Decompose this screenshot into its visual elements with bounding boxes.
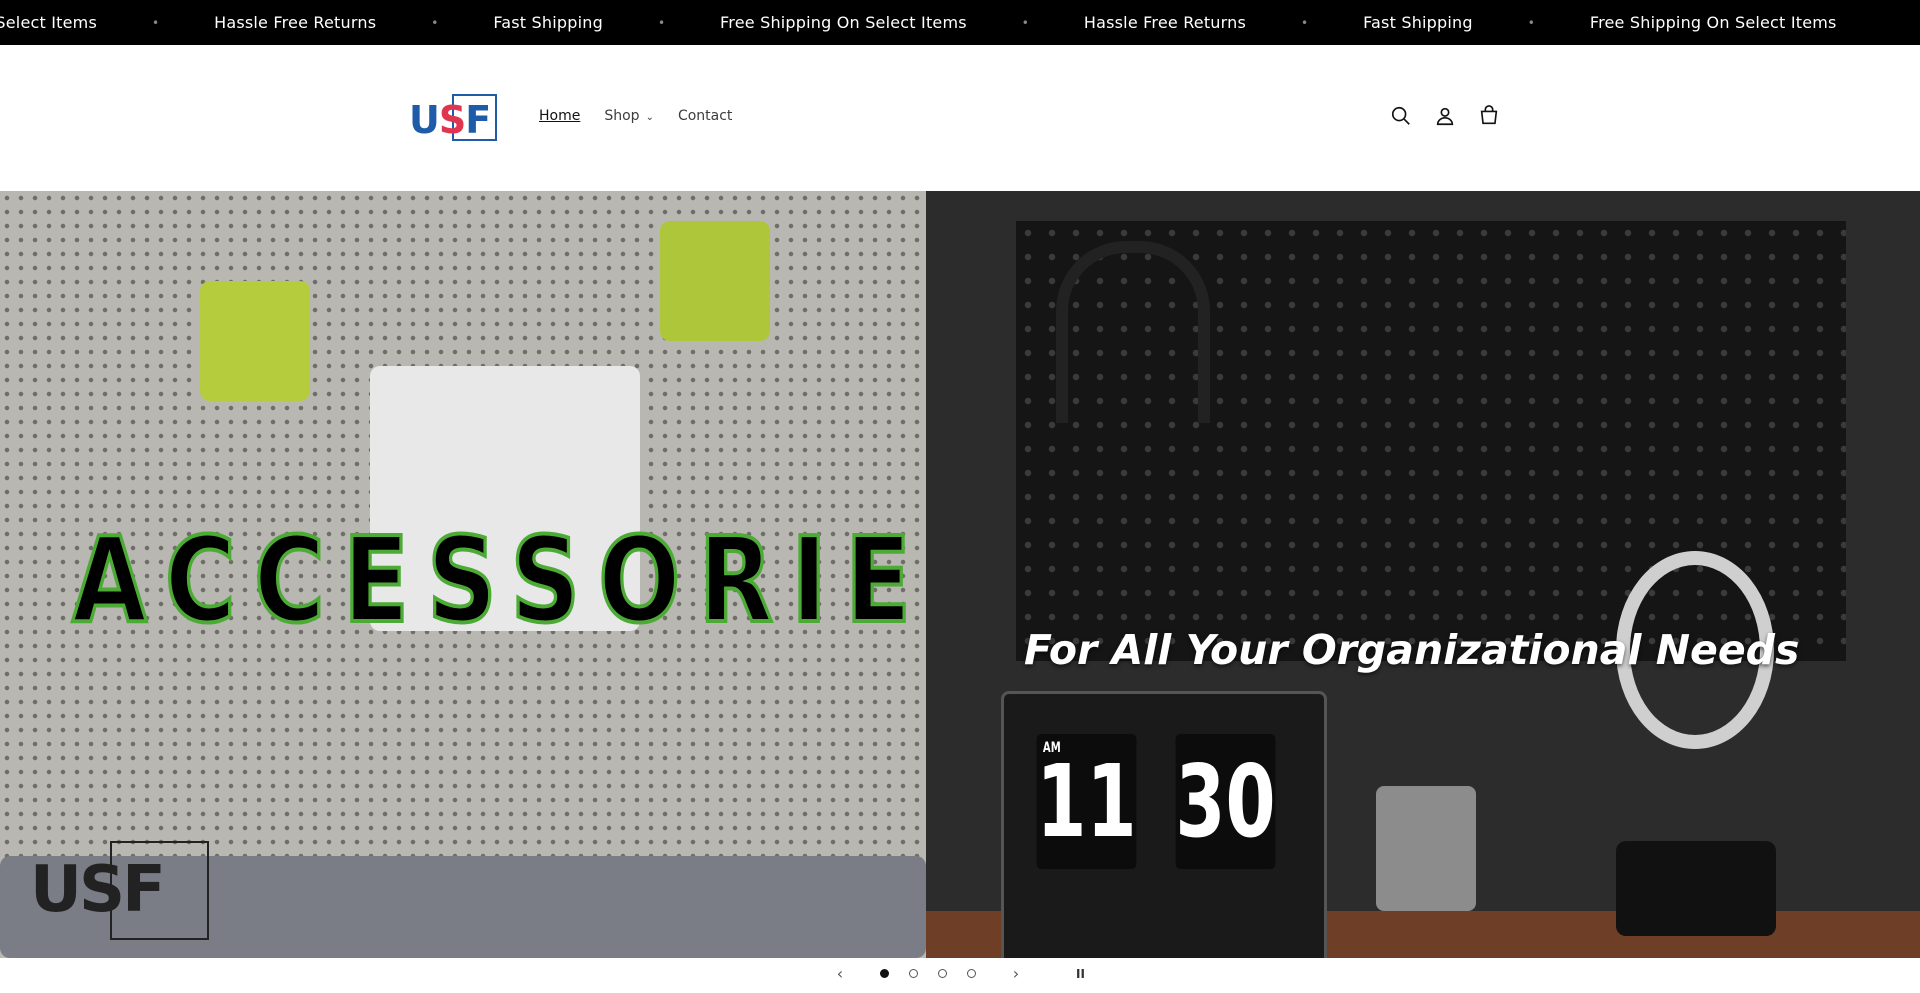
separator-dot-icon: • (1527, 15, 1535, 30)
header-icons (1390, 105, 1500, 127)
main-nav: Home Shop ⌄ Contact (539, 108, 732, 124)
pause-icon[interactable]: II (1076, 967, 1085, 981)
slideshow-controls: ‹ › II (0, 958, 1920, 993)
separator-dot-icon: • (152, 15, 160, 30)
plant-decoration (1376, 786, 1476, 911)
slide-heading-accessories: ACCESSORIES (70, 509, 926, 651)
slide-organization-image[interactable]: For All Your Organizational Needs AM 11 … (926, 191, 1920, 958)
site-logo[interactable]: USF (409, 94, 500, 143)
slide-dot-3[interactable] (938, 969, 947, 978)
announcement-item: Hassle Free Returns (214, 13, 377, 32)
site-header: USF Home Shop ⌄ Contact (0, 45, 1920, 191)
slide-dots (880, 969, 976, 978)
slide-dot-4[interactable] (967, 969, 976, 978)
nav-contact[interactable]: Contact (678, 108, 732, 124)
logo-text: USF (409, 98, 491, 142)
clock-minute: 30 (1175, 734, 1276, 869)
flip-clock: AM 11 30 (1024, 734, 1288, 869)
announcement-bar: ng On Select Items • Hassle Free Returns… (0, 0, 1920, 45)
slide-dot-1[interactable] (880, 969, 889, 978)
slide-accessories-image[interactable]: ACCESSORIES USF (0, 191, 926, 958)
announcement-item: Fast Shipping (1363, 13, 1473, 32)
nav-home[interactable]: Home (539, 108, 580, 124)
headphones-decoration (1056, 241, 1210, 423)
hero-slideshow: ACCESSORIES USF For All Your Organizatio… (0, 191, 1920, 958)
camera-decoration (1616, 841, 1776, 936)
announcement-item: Fast Shipping (493, 13, 603, 32)
watermark-text: USF (30, 853, 166, 927)
search-icon[interactable] (1390, 105, 1412, 127)
slide-dot-2[interactable] (909, 969, 918, 978)
separator-dot-icon: • (1021, 15, 1029, 30)
nav-shop-label: Shop (604, 108, 640, 124)
announcement-item: Free Shipping On Select Items (1589, 13, 1837, 32)
clock-hour: AM 11 (1036, 734, 1137, 869)
tool-decoration (200, 281, 310, 401)
next-slide-button[interactable]: › (1006, 964, 1026, 983)
previous-slide-button[interactable]: ‹ (830, 964, 850, 983)
tool-decoration (660, 221, 770, 341)
account-icon[interactable] (1434, 105, 1456, 127)
separator-dot-icon: • (431, 15, 439, 30)
nav-shop[interactable]: Shop ⌄ (604, 108, 654, 124)
cart-icon[interactable] (1478, 105, 1500, 127)
separator-dot-icon: • (1301, 15, 1309, 30)
laptop-clock: AM 11 30 (1001, 691, 1327, 958)
announcement-item: Free Shipping On Select Items (720, 13, 967, 32)
clock-ampm: AM (1042, 740, 1061, 756)
chevron-down-icon: ⌄ (645, 112, 654, 123)
clock-hour-value: 11 (1036, 743, 1137, 860)
slide-heading-organization: For All Your Organizational Needs (1024, 626, 1800, 674)
announcement-item: ng On Select Items (0, 13, 98, 32)
separator-dot-icon: • (657, 15, 666, 30)
announcement-item: Hassle Free Returns (1083, 13, 1247, 32)
